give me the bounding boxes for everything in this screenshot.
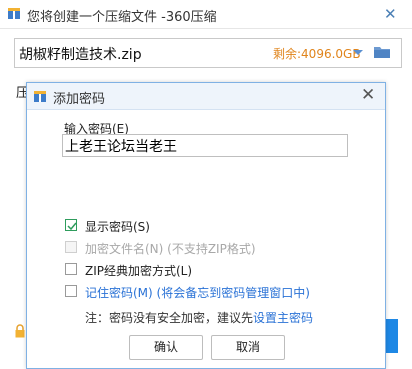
archive-filename[interactable]: 胡椒籽制造技术.zip [19,44,142,64]
password-input[interactable] [62,134,348,157]
remember-password-label[interactable]: 记住密码(M) (将会备忘到密码管理窗口中) [85,284,310,301]
encrypt-filenames-label: 加密文件名(N) (不支持ZIP格式) [85,242,256,256]
checkmark-icon[interactable] [65,219,77,231]
window-titlebar: 您将创建一个压缩文件 -360压缩 ✕ [0,0,412,29]
path-combobox[interactable]: 胡椒籽制造技术.zip 剩余:4096.0GB [14,38,402,68]
window-title: 您将创建一个压缩文件 -360压缩 [27,10,217,25]
close-icon[interactable]: ✕ [384,5,397,23]
close-icon[interactable]: ✕ [361,85,375,105]
cancel-button[interactable]: 取消 [211,335,285,360]
dialog-title: 添加密码 [53,92,106,107]
zip-classic-label[interactable]: ZIP经典加密方式(L) [85,262,192,279]
app-icon [7,6,21,20]
checkbox-box[interactable] [65,285,77,297]
checkbox-box[interactable] [65,263,77,275]
lock-icon [15,324,25,338]
dropdown-arrow-icon[interactable] [349,43,367,61]
folder-icon[interactable] [373,44,391,60]
dialog-titlebar: 添加密码 ✕ [27,83,385,110]
security-note: 注：密码没有安全加密，建议先设置主密码 [85,309,313,326]
checkbox-box [65,241,77,253]
start-compress-button[interactable] [384,319,398,353]
app-icon [33,89,47,103]
show-password-label[interactable]: 显示密码(S) [85,218,150,235]
note-text: 注：密码没有安全加密，建议先 [85,311,254,325]
set-master-password-link[interactable]: 设置主密码 [253,311,313,325]
add-password-dialog: 添加密码 ✕ 输入密码(E) 显示密码(S) 加密文件名(N) (不支持ZIP格… [26,82,386,369]
free-space-label: 剩余:4096.0GB [273,47,361,61]
ok-button[interactable]: 确认 [129,335,203,360]
